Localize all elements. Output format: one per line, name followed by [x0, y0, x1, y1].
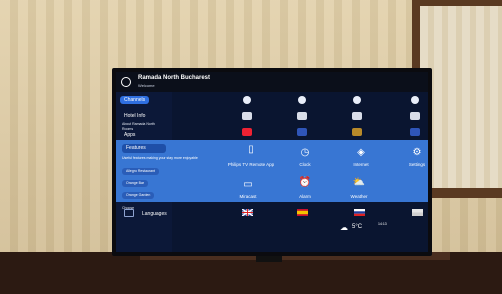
mirror-reflection: [420, 6, 502, 188]
languages-icon: [124, 209, 134, 217]
menu-features[interactable]: Features: [122, 144, 166, 153]
hotel-logo-icon: [121, 77, 131, 87]
app-icon[interactable]: [352, 128, 362, 136]
feature-miracast-label[interactable]: Miracast: [239, 194, 256, 199]
settings-icon[interactable]: ⚙: [407, 148, 427, 158]
features-description: Useful features making your stay more en…: [122, 156, 198, 160]
feature-internet-label[interactable]: Internet: [353, 162, 368, 167]
menu-languages[interactable]: Languages: [138, 210, 171, 218]
hotel-info-tile[interactable]: [297, 112, 307, 120]
weather-temperature: 5°C: [352, 224, 363, 230]
allegro-restaurant-button[interactable]: Allegro Restaurant: [122, 168, 159, 175]
tv-stand: [256, 256, 282, 262]
menu-apps[interactable]: Apps: [120, 131, 139, 139]
menu-channels[interactable]: Channels: [120, 96, 150, 104]
hotel-info-tile[interactable]: [352, 112, 362, 120]
orange-bar-button[interactable]: Orange Bar: [122, 180, 149, 187]
channel-tile[interactable]: [243, 96, 251, 104]
russia-flag-icon[interactable]: [354, 209, 365, 216]
header-bar: Ramada North Bucharest Welcome: [116, 72, 428, 92]
cloud-icon: ☁: [340, 223, 348, 232]
globe-icon[interactable]: ◈: [351, 148, 371, 158]
channel-tile[interactable]: [411, 96, 419, 104]
channel-tile[interactable]: [298, 96, 306, 104]
app-icon[interactable]: [410, 128, 420, 136]
welcome-text: Welcome: [138, 83, 155, 88]
clock-icon[interactable]: ◷: [295, 148, 315, 158]
weather-time: 14:13: [378, 222, 387, 226]
language-flag-icon[interactable]: [412, 209, 423, 216]
menu-about[interactable]: About Ramada North: [122, 122, 155, 126]
menu-hotel-info[interactable]: Hotel Info: [120, 112, 149, 120]
feature-philips-label[interactable]: Philips TV Remote App: [228, 162, 274, 167]
feature-weather-label[interactable]: Weather: [351, 194, 368, 199]
spain-flag-icon[interactable]: [297, 209, 308, 216]
hotel-info-tile[interactable]: [242, 112, 252, 120]
alarm-icon[interactable]: ⏰: [295, 178, 315, 188]
weather-icon[interactable]: ⛅: [349, 178, 369, 188]
hotel-name: Ramada North Bucharest: [138, 75, 211, 81]
feature-clock-label[interactable]: Clock: [299, 162, 310, 167]
orange-garden-button[interactable]: Orange Garden: [122, 192, 155, 199]
app-icon[interactable]: [297, 128, 307, 136]
tv-screen: Ramada North Bucharest Welcome Channels …: [116, 72, 428, 252]
cast-icon[interactable]: ▭: [238, 180, 258, 190]
remote-app-icon[interactable]: ▯: [241, 145, 261, 155]
feature-alarm-label[interactable]: Alarm: [299, 194, 311, 199]
channel-tile[interactable]: [353, 96, 361, 104]
youtube-app-icon[interactable]: [242, 128, 252, 136]
uk-flag-icon[interactable]: [242, 209, 253, 216]
hotel-info-tile[interactable]: [410, 112, 420, 120]
feature-settings-label[interactable]: Settings: [409, 162, 425, 167]
